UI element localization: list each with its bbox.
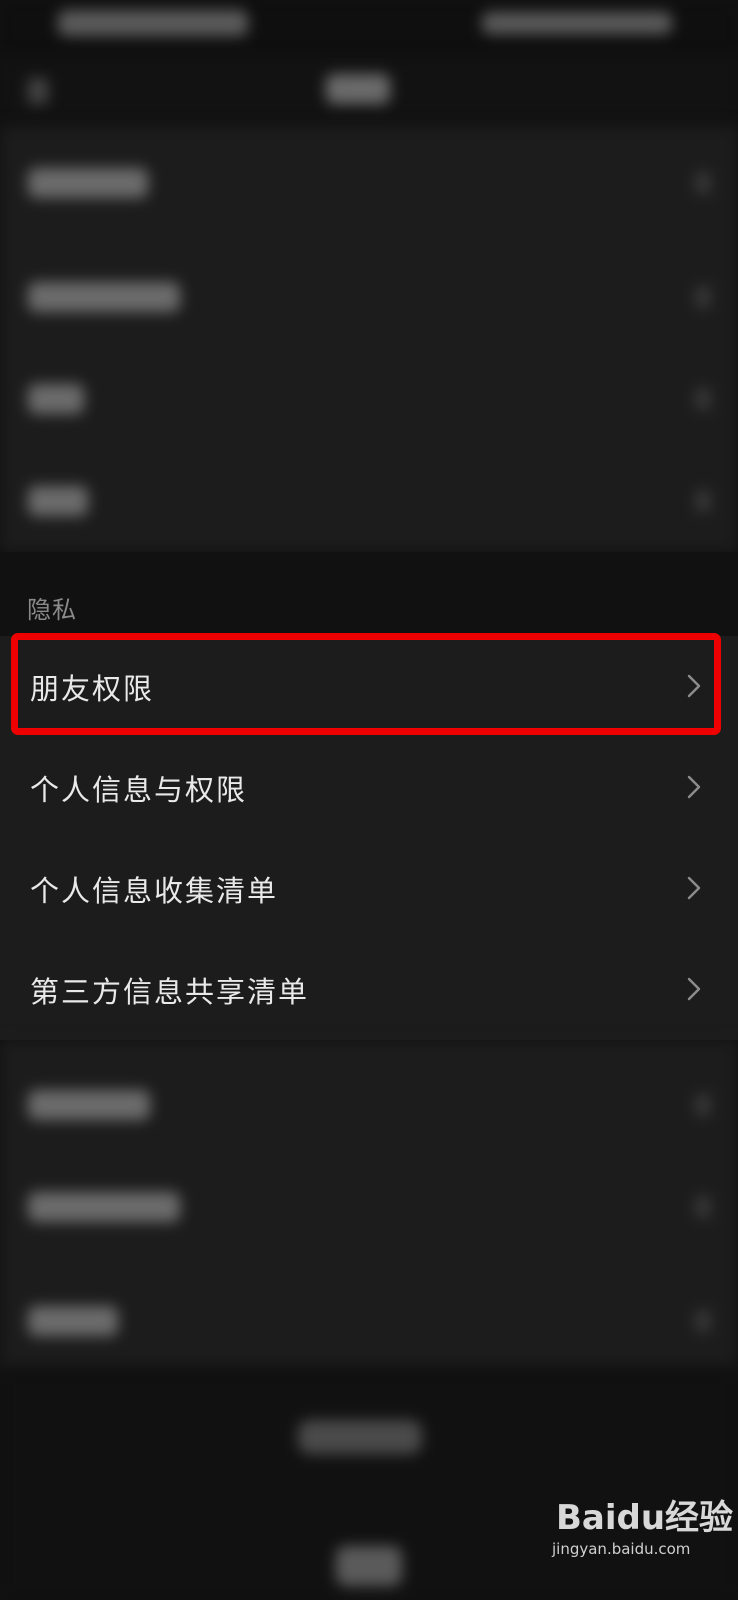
- chevron-right-icon: [696, 286, 710, 308]
- blurred-row[interactable]: [0, 246, 738, 346]
- menu-item-label: 个人信息与权限: [30, 773, 248, 807]
- chevron-right-icon: [687, 674, 701, 698]
- privacy-section-title: 隐私: [27, 596, 77, 624]
- chevron-right-icon: [687, 977, 701, 1001]
- menu-item-personal-info-collection-list[interactable]: 个人信息收集清单: [0, 838, 738, 939]
- chevron-right-icon: [696, 1094, 710, 1116]
- blurred-row[interactable]: [0, 132, 738, 232]
- blurred-row[interactable]: [0, 1156, 738, 1256]
- page-title-blurred: [326, 74, 390, 104]
- blurred-row-label: [28, 282, 180, 312]
- blurred-row-label: [28, 1306, 118, 1336]
- chevron-right-icon: [696, 388, 710, 410]
- status-bar-right-blurred: [482, 12, 672, 34]
- status-bar-left-blurred: [58, 10, 248, 36]
- chevron-right-icon: [696, 1310, 710, 1332]
- chevron-right-icon: [687, 775, 701, 799]
- menu-item-label: 朋友权限: [30, 672, 155, 706]
- chevron-right-icon: [696, 172, 710, 194]
- menu-item-third-party-sharing-list[interactable]: 第三方信息共享清单: [0, 939, 738, 1040]
- settings-group-bottom-blurred: [0, 1040, 738, 1370]
- nav-bar: [0, 56, 738, 126]
- blurred-row-label: [28, 1192, 180, 1222]
- blurred-row-label: [28, 384, 84, 414]
- blurred-row[interactable]: [0, 450, 738, 550]
- watermark-url: jingyan.baidu.com: [552, 1540, 691, 1558]
- chevron-right-icon: [696, 1196, 710, 1218]
- blurred-footer-button[interactable]: [298, 1420, 422, 1454]
- privacy-section-header: 隐私: [0, 552, 738, 636]
- menu-item-label: 第三方信息共享清单: [30, 975, 310, 1009]
- blurred-row[interactable]: [0, 1054, 738, 1154]
- blurred-row-label: [28, 486, 88, 516]
- chevron-right-icon: [687, 876, 701, 900]
- status-bar: [0, 0, 738, 56]
- blurred-row[interactable]: [0, 1270, 738, 1370]
- settings-screen: 隐私 朋友权限 个人信息与权限 个人信息收集清单 第三方信息共享清单 Baidu…: [0, 0, 738, 1600]
- privacy-settings-group: 朋友权限 个人信息与权限 个人信息收集清单 第三方信息共享清单: [0, 636, 738, 1040]
- chevron-right-icon: [696, 490, 710, 512]
- blurred-bottom-element: [336, 1546, 402, 1586]
- back-arrow-icon[interactable]: [28, 78, 48, 104]
- menu-item-friend-permissions[interactable]: 朋友权限: [0, 636, 738, 737]
- menu-item-personal-info-permissions[interactable]: 个人信息与权限: [0, 737, 738, 838]
- menu-item-label: 个人信息收集清单: [30, 874, 279, 908]
- baidu-jingyan-watermark: Baidu经验 jingyan.baidu.com: [548, 1490, 733, 1570]
- blurred-row-label: [28, 168, 148, 198]
- settings-group-top-blurred: [0, 126, 738, 552]
- blurred-row[interactable]: [0, 348, 738, 448]
- blurred-row-label: [28, 1090, 150, 1120]
- watermark-brand: Baidu经验: [556, 1498, 734, 1538]
